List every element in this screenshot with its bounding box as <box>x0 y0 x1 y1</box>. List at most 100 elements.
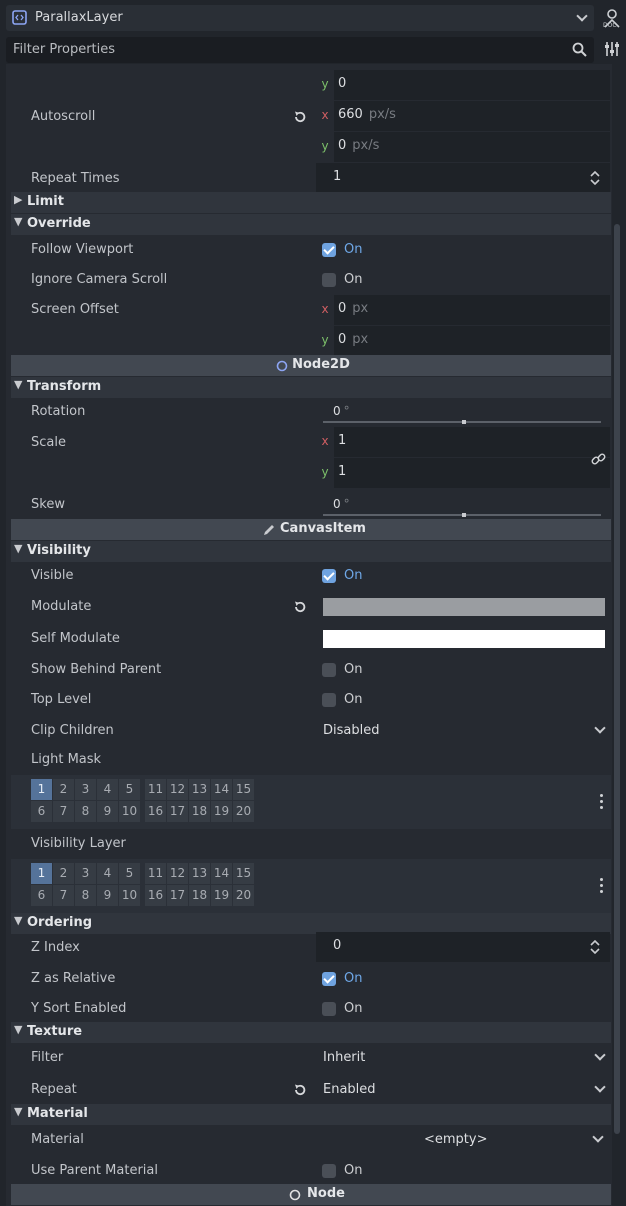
layer-cell-14[interactable]: 14 <box>211 863 232 884</box>
layer-cell-15[interactable]: 15 <box>233 779 254 800</box>
repeat-times-label: Repeat Times <box>31 171 120 186</box>
scale-y-field[interactable]: y 1 <box>316 458 610 488</box>
screen-offset-y-field[interactable]: y 0 px <box>316 326 610 356</box>
clip-children-dropdown[interactable]: Disabled <box>316 716 610 746</box>
layer-cell-16[interactable]: 16 <box>145 885 166 906</box>
layer-cell-20[interactable]: 20 <box>233 885 254 906</box>
axis-x-label: x <box>316 295 334 325</box>
layer-cell-6[interactable]: 6 <box>31 885 52 906</box>
rotation-label: Rotation <box>31 404 86 419</box>
autoscroll-y-value: 0 <box>338 138 347 153</box>
revert-icon[interactable] <box>293 600 307 614</box>
self-modulate-color-swatch[interactable] <box>323 630 605 648</box>
layer-cell-14[interactable]: 14 <box>211 779 232 800</box>
y-sort-enabled-checkbox[interactable] <box>322 1002 336 1016</box>
layer-cell-7[interactable]: 7 <box>53 801 74 822</box>
scale-x-field[interactable]: x 1 <box>316 427 610 457</box>
chevron-down-icon: ▼ <box>14 914 23 927</box>
filter-properties-input[interactable]: Filter Properties <box>6 37 594 63</box>
autoscroll-y-field[interactable]: y 0 px/s <box>316 132 610 162</box>
filter-dropdown[interactable]: Inherit <box>316 1043 610 1073</box>
layer-cell-4[interactable]: 4 <box>97 779 118 800</box>
updown-icon[interactable] <box>590 171 600 185</box>
layer-cell-18[interactable]: 18 <box>189 801 210 822</box>
layer-cell-13[interactable]: 13 <box>189 779 210 800</box>
layer-cell-5[interactable]: 5 <box>119 863 140 884</box>
layer-cell-16[interactable]: 16 <box>145 801 166 822</box>
top-level-checkbox[interactable] <box>322 693 336 707</box>
modulate-color-swatch[interactable] <box>323 598 605 616</box>
layer-cell-9[interactable]: 9 <box>97 885 118 906</box>
layer-cell-9[interactable]: 9 <box>97 801 118 822</box>
updown-icon[interactable] <box>590 940 600 954</box>
class-header-canvasitem[interactable]: CanvasItem <box>11 519 611 540</box>
layer-cell-2[interactable]: 2 <box>53 863 74 884</box>
layer-cell-18[interactable]: 18 <box>189 885 210 906</box>
repeat-times-spinbox[interactable]: 1 <box>316 163 610 193</box>
layer-cell-11[interactable]: 11 <box>145 779 166 800</box>
section-override[interactable]: ▼ Override <box>11 214 611 235</box>
link-icon[interactable] <box>591 452 606 467</box>
section-material[interactable]: ▼ Material <box>11 1104 611 1125</box>
layer-cell-2[interactable]: 2 <box>53 779 74 800</box>
doc-icon[interactable]: DOC <box>602 8 622 28</box>
unit-label: px <box>352 332 369 347</box>
checkbox-text: On <box>344 272 363 287</box>
screen-offset-y-value: 0 <box>338 332 347 347</box>
layer-cell-3[interactable]: 3 <box>75 863 96 884</box>
layer-cell-15[interactable]: 15 <box>233 863 254 884</box>
section-limit[interactable]: ▶ Limit <box>11 192 611 213</box>
layer-cell-12[interactable]: 12 <box>167 863 188 884</box>
layer-cell-1[interactable]: 1 <box>31 779 52 800</box>
show-behind-parent-checkbox[interactable] <box>322 663 336 677</box>
layer-cell-5[interactable]: 5 <box>119 779 140 800</box>
chevron-down-icon <box>576 10 588 22</box>
section-ordering[interactable]: ▼ Ordering <box>11 913 611 934</box>
autoscroll-x-field[interactable]: x 660 px/s <box>316 101 610 131</box>
layer-cell-8[interactable]: 8 <box>75 885 96 906</box>
layer-cell-3[interactable]: 3 <box>75 779 96 800</box>
revert-icon[interactable] <box>293 110 307 124</box>
class-header-node[interactable]: Node <box>11 1184 611 1205</box>
prev-vector-y-field[interactable]: y 0 <box>316 70 610 100</box>
rotation-slider-knob[interactable] <box>462 420 466 424</box>
chevron-down-icon[interactable] <box>592 1131 604 1143</box>
tools-icon[interactable] <box>603 40 621 58</box>
layer-cell-4[interactable]: 4 <box>97 863 118 884</box>
section-transform[interactable]: ▼ Transform <box>11 377 611 398</box>
layer-cell-17[interactable]: 17 <box>167 801 188 822</box>
layer-cell-17[interactable]: 17 <box>167 885 188 906</box>
autoscroll-x-value: 660 <box>338 107 363 122</box>
material-resource-picker[interactable]: <empty> <box>316 1125 584 1155</box>
class-header-node2d[interactable]: Node2D <box>11 355 611 376</box>
more-icon[interactable] <box>600 794 604 810</box>
visible-checkbox[interactable] <box>322 569 336 583</box>
use-parent-material-checkbox[interactable] <box>322 1164 336 1178</box>
z-as-relative-checkbox[interactable] <box>322 972 336 986</box>
section-texture[interactable]: ▼ Texture <box>11 1022 611 1043</box>
more-icon[interactable] <box>600 878 604 894</box>
layer-cell-20[interactable]: 20 <box>233 801 254 822</box>
ignore-camera-scroll-checkbox[interactable] <box>322 273 336 287</box>
layer-cell-11[interactable]: 11 <box>145 863 166 884</box>
z-index-spinbox[interactable]: 0 <box>316 932 610 962</box>
layer-cell-1[interactable]: 1 <box>31 863 52 884</box>
layer-cell-8[interactable]: 8 <box>75 801 96 822</box>
section-visibility[interactable]: ▼ Visibility <box>11 541 611 562</box>
follow-viewport-checkbox[interactable] <box>322 243 336 257</box>
layer-cell-10[interactable]: 10 <box>119 801 140 822</box>
skew-slider-knob[interactable] <box>462 513 466 517</box>
layer-cell-19[interactable]: 19 <box>211 885 232 906</box>
screen-offset-x-field[interactable]: x 0 px <box>316 295 610 325</box>
layer-cell-7[interactable]: 7 <box>53 885 74 906</box>
layer-cell-10[interactable]: 10 <box>119 885 140 906</box>
layer-cell-19[interactable]: 19 <box>211 801 232 822</box>
object-selector[interactable]: ParallaxLayer <box>6 5 594 31</box>
scrollbar[interactable] <box>614 224 620 1134</box>
revert-icon[interactable] <box>293 1083 307 1097</box>
section-title: Texture <box>27 1024 83 1039</box>
repeat-dropdown[interactable]: Enabled <box>316 1075 610 1105</box>
layer-cell-12[interactable]: 12 <box>167 779 188 800</box>
layer-cell-6[interactable]: 6 <box>31 801 52 822</box>
layer-cell-13[interactable]: 13 <box>189 863 210 884</box>
